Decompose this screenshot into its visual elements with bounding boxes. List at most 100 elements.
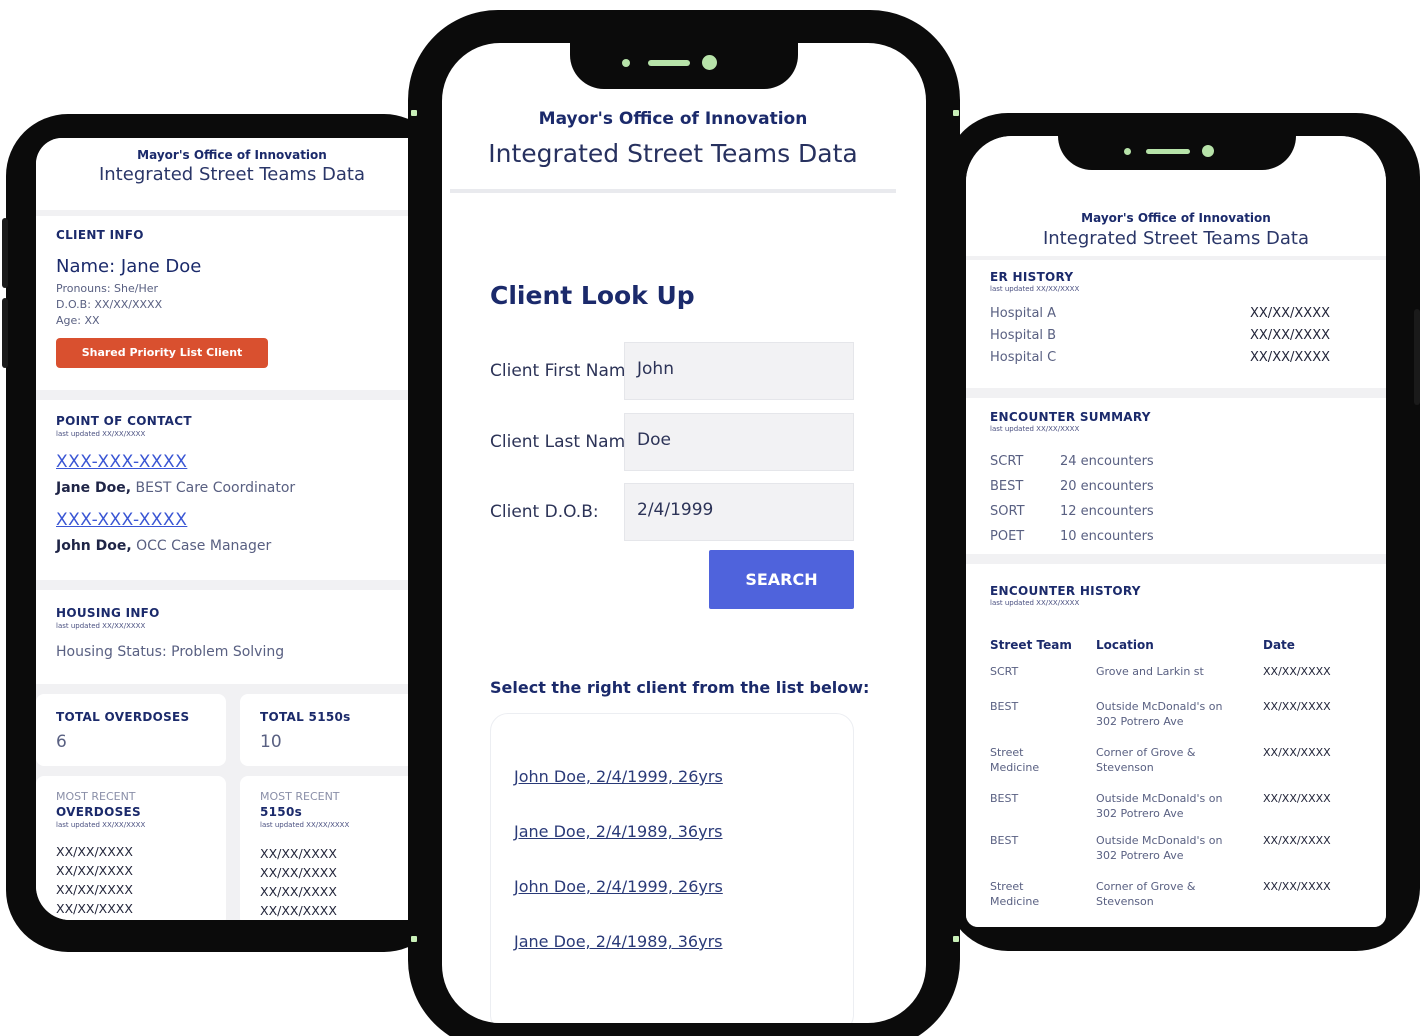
page-title: Client Look Up bbox=[490, 281, 695, 310]
section-title: HOUSING INFO bbox=[56, 606, 160, 620]
history-location: Corner of Grove & Stevenson bbox=[1096, 746, 1196, 774]
left-screen: Mayor's Office of Innovation Integrated … bbox=[36, 138, 428, 920]
last-updated: last updated XX/XX/XXXX bbox=[990, 285, 1080, 293]
client-result-link[interactable]: Jane Doe, 2/4/1989, 36yrs bbox=[514, 932, 723, 951]
recent-date: XX/XX/XXXX bbox=[260, 884, 337, 899]
total-label: TOTAL OVERDOSES bbox=[56, 710, 190, 724]
org-name: Mayor's Office of Innovation bbox=[137, 148, 327, 162]
last-name-label: Client Last Name: bbox=[490, 432, 642, 452]
contact-phone-link[interactable]: XXX-XXX-XXXX bbox=[56, 452, 187, 472]
summary-count: 20 encounters bbox=[1060, 479, 1154, 494]
volume-button bbox=[2, 218, 8, 288]
last-updated: last updated XX/XX/XXXX bbox=[990, 425, 1080, 433]
recent-date: XX/XX/XXXX bbox=[56, 863, 133, 878]
app-header: Mayor's Office of Innovation Integrated … bbox=[36, 138, 428, 210]
housing-card: HOUSING INFO last updated XX/XX/XXXX Hou… bbox=[36, 590, 428, 684]
er-hospital: Hospital B bbox=[990, 328, 1057, 343]
select-client-label: Select the right client from the list be… bbox=[490, 678, 870, 697]
history-team: BEST bbox=[990, 834, 1019, 847]
frame-accent bbox=[953, 110, 959, 116]
client-result-link[interactable]: Jane Doe, 2/4/1989, 36yrs bbox=[514, 822, 723, 841]
first-name-label: Client First Name: bbox=[490, 361, 642, 381]
history-location: Outside McDonald's on 302 Potrero Ave bbox=[1096, 834, 1223, 862]
summary-count: 12 encounters bbox=[1060, 504, 1154, 519]
summary-count: 10 encounters bbox=[1060, 529, 1154, 544]
contact-name: Jane Doe, bbox=[56, 480, 132, 496]
last-updated: last updated XX/XX/XXXX bbox=[990, 599, 1080, 607]
app-title: Integrated Street Teams Data bbox=[1042, 228, 1310, 249]
history-date: XX/XX/XXXX bbox=[1263, 792, 1331, 805]
mockup-stage: Mayor's Office of Innovation Integrated … bbox=[0, 0, 1422, 1036]
history-location: Outside McDonald's on 302 Potrero Ave bbox=[1096, 700, 1223, 728]
center-phone: Mayor's Office of Innovation Integrated … bbox=[408, 10, 960, 1036]
client-info-card: CLIENT INFO Name: Jane Doe Pronouns: She… bbox=[36, 216, 428, 390]
history-location: Outside McDonald's on 302 Potrero Ave bbox=[1096, 792, 1223, 820]
history-team: BEST bbox=[990, 792, 1019, 805]
section-title: ENCOUNTER SUMMARY bbox=[990, 410, 1151, 424]
contact-phone-link[interactable]: XXX-XXX-XXXX bbox=[56, 510, 187, 530]
point-of-contact-card: POINT OF CONTACT last updated XX/XX/XXXX… bbox=[36, 400, 428, 580]
recent-date: XX/XX/XXXX bbox=[260, 903, 337, 918]
app-title: Integrated Street Teams Data bbox=[488, 139, 858, 168]
column-header: Date bbox=[1263, 638, 1295, 652]
history-date: XX/XX/XXXX bbox=[1263, 880, 1331, 893]
history-team: BEST bbox=[990, 700, 1019, 713]
last-updated: last updated XX/XX/XXXX bbox=[56, 430, 146, 438]
last-updated: last updated XX/XX/XXXX bbox=[260, 821, 350, 829]
app-title: Integrated Street Teams Data bbox=[98, 164, 366, 185]
recent-date: XX/XX/XXXX bbox=[56, 882, 133, 897]
total-value: 6 bbox=[56, 732, 67, 752]
volume-button bbox=[2, 298, 8, 368]
total-value: 10 bbox=[260, 732, 282, 752]
history-date: XX/XX/XXXX bbox=[1263, 665, 1331, 678]
last-updated: last updated XX/XX/XXXX bbox=[56, 821, 146, 829]
speaker-icon bbox=[622, 59, 630, 67]
history-date: XX/XX/XXXX bbox=[1263, 700, 1331, 713]
history-team: Street Medicine bbox=[990, 746, 1040, 774]
history-location: Grove and Larkin st bbox=[1096, 665, 1204, 678]
search-button[interactable]: SEARCH bbox=[709, 550, 854, 609]
er-history-card: ER HISTORY last updated XX/XX/XXXX Hospi… bbox=[966, 260, 1386, 388]
history-location: Corner of Grove & Stevenson bbox=[1096, 880, 1196, 908]
recent-date: XX/XX/XXXX bbox=[56, 844, 133, 859]
last-name-field[interactable]: Doe bbox=[624, 413, 854, 471]
recent-pre: MOST RECENT bbox=[56, 790, 136, 803]
contact-line: John Doe, OCC Case Manager bbox=[56, 538, 271, 554]
last-updated: last updated XX/XX/XXXX bbox=[56, 622, 146, 630]
phone-notch bbox=[570, 43, 798, 89]
client-result-link[interactable]: John Doe, 2/4/1999, 26yrs bbox=[514, 767, 723, 786]
contact-role: OCC Case Manager bbox=[131, 538, 272, 554]
recent-pre: MOST RECENT bbox=[260, 790, 340, 803]
column-header: Location bbox=[1096, 638, 1154, 652]
er-hospital: Hospital A bbox=[990, 306, 1057, 321]
summary-team: POET bbox=[990, 529, 1025, 544]
section-title: ENCOUNTER HISTORY bbox=[990, 584, 1141, 598]
recent-date: XX/XX/XXXX bbox=[56, 901, 133, 916]
client-result-link[interactable]: John Doe, 2/4/1999, 26yrs bbox=[514, 877, 723, 896]
power-button bbox=[1414, 309, 1420, 405]
column-header: Street Team bbox=[990, 638, 1072, 652]
recent-label: OVERDOSES bbox=[56, 805, 141, 819]
dob-label: Client D.O.B: bbox=[490, 502, 599, 522]
recent-date: XX/XX/XXXX bbox=[260, 865, 337, 880]
recent-overdoses-card: MOST RECENT OVERDOSES last updated XX/XX… bbox=[36, 776, 226, 920]
speaker-icon bbox=[648, 60, 690, 66]
dob-field[interactable]: 2/4/1999 bbox=[624, 483, 854, 541]
first-name-field[interactable]: John bbox=[624, 342, 854, 400]
priority-badge: Shared Priority List Client bbox=[56, 338, 268, 368]
encounter-summary-card: ENCOUNTER SUMMARY last updated XX/XX/XXX… bbox=[966, 398, 1386, 554]
recent-5150s-card: MOST RECENT 5150s last updated XX/XX/XXX… bbox=[240, 776, 428, 920]
contact-line: Jane Doe, BEST Care Coordinator bbox=[56, 480, 295, 496]
contact-name: John Doe, bbox=[56, 538, 132, 554]
speaker-icon bbox=[1146, 149, 1190, 154]
phone-notch bbox=[1058, 136, 1296, 170]
camera-icon bbox=[1202, 145, 1214, 157]
total-5150s-card: TOTAL 5150s 10 bbox=[240, 694, 428, 766]
client-dob: D.O.B: XX/XX/XXXX bbox=[56, 298, 163, 311]
summary-team: BEST bbox=[990, 479, 1024, 494]
section-title: POINT OF CONTACT bbox=[56, 414, 192, 428]
er-date: XX/XX/XXXX bbox=[1250, 328, 1331, 343]
total-label: TOTAL 5150s bbox=[260, 710, 351, 724]
client-age: Age: XX bbox=[56, 314, 100, 327]
frame-accent bbox=[411, 110, 417, 116]
